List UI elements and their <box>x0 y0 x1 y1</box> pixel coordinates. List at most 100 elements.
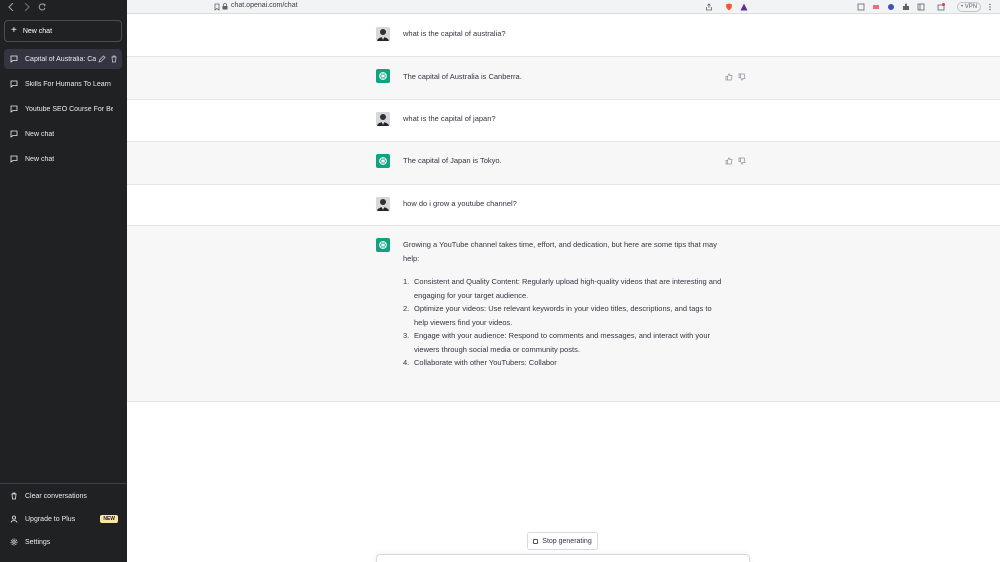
puzzle-icon[interactable] <box>902 3 910 11</box>
sidebar: + New chat Capital of Australia: Ca Skil… <box>0 0 127 562</box>
sidebar-item-label: New chat <box>25 130 55 138</box>
vpn-button[interactable]: • VPN <box>957 2 982 12</box>
clear-conversations-label: Clear conversations <box>25 492 87 500</box>
brave-rewards-icon[interactable] <box>740 3 748 11</box>
new-badge: NEW <box>100 515 118 523</box>
sidebar-item-new-chat-2[interactable]: New chat <box>4 149 122 169</box>
list-item: 3. Engage with your audience: Respond to … <box>403 329 723 356</box>
menu-kebab-icon[interactable] <box>986 3 994 11</box>
bookmark-icon[interactable] <box>213 3 221 11</box>
plus-icon: + <box>11 25 17 36</box>
list-text: Engage with your audience: Respond to co… <box>414 331 711 354</box>
message-text: what is the capital of japan? <box>403 114 496 123</box>
extension-icon[interactable] <box>887 3 895 11</box>
message-text: The capital of Australia is Canberra. <box>403 72 522 81</box>
list-number: 1. <box>403 277 410 286</box>
stop-generating-label: Stop generating <box>542 537 592 545</box>
list-number: 3. <box>403 331 410 340</box>
openai-logo-icon <box>379 241 387 249</box>
list-number: 4. <box>403 358 410 367</box>
user-icon <box>10 515 18 523</box>
new-chat-label: New chat <box>22 27 53 35</box>
user-avatar <box>376 197 390 211</box>
thumbs-up-icon[interactable] <box>725 157 733 165</box>
settings-button[interactable]: Settings <box>4 532 122 552</box>
thumbs-up-icon[interactable] <box>725 73 733 81</box>
upgrade-label: Upgrade to Plus <box>25 515 76 523</box>
message-body: Growing a YouTube channel takes time, ef… <box>403 238 723 370</box>
upgrade-to-plus-button[interactable]: Upgrade to Plus NEW <box>4 509 122 529</box>
user-photo-icon <box>376 197 390 211</box>
list-text: Consistent and Quality Content: Regularl… <box>414 277 722 300</box>
sidebar-item-new-chat-1[interactable]: New chat <box>4 124 122 144</box>
message-input[interactable] <box>376 554 750 562</box>
forward-icon[interactable] <box>24 3 30 11</box>
list-item: 4. Collaborate with other YouTubers: Coll… <box>403 356 723 370</box>
message-text: what is the capital of australia? <box>403 29 506 38</box>
stop-generating-button[interactable]: Stop generating <box>527 532 598 550</box>
extension-icon[interactable] <box>872 3 880 11</box>
assistant-avatar <box>376 69 390 83</box>
user-avatar <box>376 112 390 126</box>
trash-icon <box>11 492 17 500</box>
tips-list: 1. Consistent and Quality Content: Regula… <box>403 275 723 370</box>
chat-bubble-icon <box>10 55 18 63</box>
sidebar-item-label: Capital of Australia: Ca <box>25 55 97 63</box>
share-icon[interactable] <box>705 3 713 11</box>
gear-icon <box>10 538 18 546</box>
brave-shield-icon[interactable] <box>725 3 733 11</box>
thumbs-down-icon[interactable] <box>738 157 746 165</box>
chat-thread: what is the capital of australia? The ca… <box>127 14 1000 402</box>
sidebar-item-label: Youtube SEO Course For Beg <box>25 105 113 113</box>
openai-logo-icon <box>379 157 387 165</box>
message-text: how do i grow a youtube channel? <box>403 199 517 208</box>
lock-icon <box>222 3 228 10</box>
trash-icon[interactable] <box>110 55 118 63</box>
assistant-avatar <box>376 238 390 252</box>
sidebar-item-skills[interactable]: Skills For Humans To Learn <box>4 74 122 94</box>
sidebar-item-youtube-seo[interactable]: Youtube SEO Course For Beg <box>4 99 122 119</box>
feedback-buttons <box>725 73 746 81</box>
edit-pencil-icon[interactable] <box>98 55 106 63</box>
sidebar-item-capital-australia[interactable]: Capital of Australia: Ca <box>4 49 122 69</box>
wallet-icon[interactable] <box>937 3 945 11</box>
list-text: Optimize your videos: Use relevant keywo… <box>414 304 712 327</box>
user-avatar <box>376 27 390 41</box>
assistant-message: Growing a YouTube channel takes time, ef… <box>127 226 1000 402</box>
sidebar-toggle-icon[interactable] <box>917 3 925 11</box>
reload-icon[interactable] <box>38 3 46 11</box>
list-number: 2. <box>403 304 410 313</box>
browser-nav <box>0 0 127 14</box>
message-intro: Growing a YouTube channel takes time, ef… <box>403 240 717 263</box>
list-item: 2. Optimize your videos: Use relevant key… <box>403 302 723 329</box>
user-message: how do i grow a youtube channel? <box>127 185 1000 226</box>
extension-icon[interactable] <box>857 3 865 11</box>
chat-bubble-icon <box>10 130 18 138</box>
feedback-buttons <box>725 157 746 165</box>
assistant-avatar <box>376 154 390 168</box>
message-text: The capital of Japan is Tokyo. <box>403 156 502 165</box>
item-actions <box>98 55 118 63</box>
chat-bubble-icon <box>10 105 18 113</box>
sidebar-divider <box>0 483 127 484</box>
chat-bubble-icon <box>10 80 18 88</box>
assistant-message: The capital of Japan is Tokyo. <box>127 142 1000 185</box>
thumbs-down-icon[interactable] <box>738 73 746 81</box>
user-message: what is the capital of australia? <box>127 14 1000 57</box>
new-chat-button[interactable]: + New chat <box>4 20 122 42</box>
assistant-message: The capital of Australia is Canberra. <box>127 57 1000 100</box>
url-text[interactable]: chat.openai.com/chat <box>231 2 298 9</box>
user-photo-icon <box>376 112 390 126</box>
back-icon[interactable] <box>8 3 14 11</box>
browser-address-bar: chat.openai.com/chat • VPN <box>127 0 1000 14</box>
sidebar-item-label: Skills For Humans To Learn <box>25 80 111 88</box>
clear-conversations-button[interactable]: Clear conversations <box>4 486 122 506</box>
settings-label: Settings <box>25 538 51 546</box>
sidebar-item-label: New chat <box>25 155 55 163</box>
list-text: Collaborate with other YouTubers: Collab… <box>414 358 557 367</box>
user-photo-icon <box>376 27 390 41</box>
list-item: 1. Consistent and Quality Content: Regula… <box>403 275 723 302</box>
openai-logo-icon <box>379 72 387 80</box>
user-message: what is the capital of japan? <box>127 100 1000 142</box>
stop-icon <box>533 538 539 544</box>
